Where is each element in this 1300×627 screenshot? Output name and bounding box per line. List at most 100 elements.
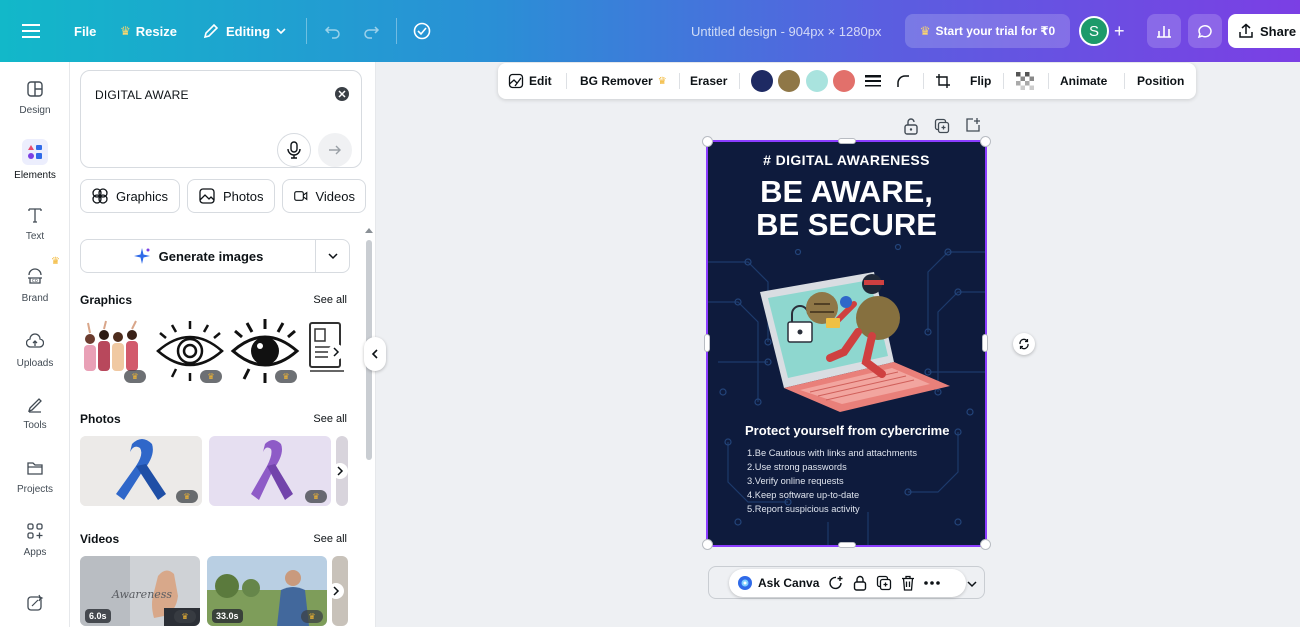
graphic-thumb-women[interactable]: ♛ — [80, 319, 148, 383]
rail-item-projects[interactable]: Projects — [0, 457, 70, 495]
resize-handle-top-right[interactable] — [980, 136, 991, 147]
scroll-up-arrow[interactable] — [365, 228, 373, 233]
rail-item-elements[interactable]: Elements — [0, 139, 70, 181]
video-thumb-man-park[interactable]: 33.0s ♛ — [207, 556, 327, 626]
video-caption: Awareness — [112, 588, 173, 601]
trash-icon[interactable] — [901, 575, 915, 591]
resize-label: Resize — [135, 23, 177, 39]
border-style-button[interactable] — [865, 63, 881, 99]
premium-badge: ♛ — [275, 370, 297, 383]
chip-videos[interactable]: Videos — [282, 179, 366, 213]
resize-handle-right[interactable] — [982, 334, 988, 352]
rail-item-text[interactable]: Text — [0, 204, 70, 242]
add-page-button[interactable] — [965, 117, 981, 133]
quick-actions: Ask Canva — [729, 569, 966, 597]
resize-handle-bottom[interactable] — [838, 542, 856, 548]
duplicate-icon[interactable] — [876, 575, 892, 591]
photo-thumb-blue-ribbon[interactable]: ♛ — [80, 436, 202, 506]
rail-item-uploads[interactable]: Uploads — [0, 331, 70, 369]
graphics-next-button[interactable] — [328, 344, 344, 360]
clear-search-button[interactable] — [335, 87, 349, 101]
eraser-button[interactable]: Eraser — [690, 63, 727, 99]
list-item: 2.Use strong passwords — [747, 462, 847, 472]
duplicate-page-button[interactable] — [934, 118, 950, 134]
lock-element-button[interactable] — [903, 117, 919, 135]
submit-search-button[interactable] — [318, 133, 352, 167]
document-title[interactable]: Untitled design - 904px × 1280px — [691, 0, 881, 62]
insights-button[interactable] — [1147, 14, 1181, 48]
divider — [739, 73, 740, 89]
generate-images-main[interactable]: Generate images — [81, 240, 315, 272]
chevron-down-icon[interactable] — [967, 579, 977, 589]
poster-tag[interactable]: # DIGITAL AWARENESS — [708, 152, 985, 168]
comment-add-icon[interactable] — [828, 575, 844, 591]
undo-button[interactable] — [324, 0, 342, 62]
chip-photos[interactable]: Photos — [187, 179, 275, 213]
redo-button[interactable] — [362, 0, 380, 62]
crop-button[interactable] — [935, 63, 951, 99]
poster-tips-list[interactable]: 1.Be Cautious with links and attachments… — [747, 446, 917, 516]
resize-handle-top[interactable] — [838, 138, 856, 144]
color-swatch-navy[interactable] — [751, 70, 773, 92]
rail-item-brand[interactable]: co ♛ Brand — [0, 256, 70, 304]
lock-icon[interactable] — [853, 575, 867, 591]
voice-search-button[interactable] — [277, 133, 311, 167]
resize-button[interactable]: ♛ Resize — [120, 0, 177, 62]
corner-rounding-button[interactable] — [896, 63, 910, 99]
rail-item-design[interactable]: Design — [0, 78, 70, 116]
chip-graphics[interactable]: Graphics — [80, 179, 180, 213]
generate-images-button[interactable]: Generate images — [80, 239, 350, 273]
rail-item-magic[interactable] — [0, 592, 70, 614]
generate-options-dropdown[interactable] — [315, 240, 349, 272]
share-button[interactable]: Share — [1228, 14, 1300, 48]
file-menu[interactable]: File — [74, 0, 96, 62]
add-collaborator-button[interactable]: + — [1114, 0, 1125, 62]
save-status-button[interactable] — [412, 0, 432, 62]
see-all-videos-link[interactable]: See all — [313, 533, 347, 545]
search-input[interactable]: DIGITAL AWARE — [80, 70, 362, 168]
bg-remover-button[interactable]: BG Remover ♛ — [580, 63, 667, 99]
hacker-laptop-illustration[interactable] — [754, 262, 954, 412]
poster-headline-line1[interactable]: BE AWARE, — [708, 176, 985, 208]
avatar[interactable]: S — [1079, 16, 1109, 46]
poster-headline-line2[interactable]: BE SECURE — [708, 209, 985, 241]
color-swatch-coral[interactable] — [833, 70, 855, 92]
ask-canva-button[interactable]: Ask Canva — [737, 575, 819, 591]
start-trial-button[interactable]: ♛ Start your trial for ₹0 — [905, 14, 1070, 48]
rotate-handle[interactable] — [1013, 333, 1035, 355]
more-options-icon[interactable] — [924, 581, 941, 585]
graphic-thumb-eye-outline[interactable]: ♛ — [154, 317, 226, 385]
rail-item-apps[interactable]: Apps — [0, 520, 70, 558]
color-swatch-mint[interactable] — [806, 70, 828, 92]
flip-button[interactable]: Flip — [970, 63, 991, 99]
see-all-photos-link[interactable]: See all — [313, 413, 347, 425]
color-swatch-olive[interactable] — [778, 70, 800, 92]
poster-design[interactable]: # DIGITAL AWARENESS BE AWARE, BE SECURE … — [706, 140, 987, 547]
photo-thumb-purple-ribbon[interactable]: ♛ — [209, 436, 331, 506]
video-thumb-awareness[interactable]: Awareness 6.0s ♛ — [80, 556, 200, 626]
videos-next-button[interactable] — [328, 583, 344, 599]
resize-handle-bottom-right[interactable] — [980, 539, 991, 550]
menu-button[interactable] — [22, 0, 40, 62]
position-button[interactable]: Position — [1137, 63, 1184, 99]
divider — [679, 73, 680, 89]
resize-handle-left[interactable] — [704, 334, 710, 352]
rotate-icon — [1019, 338, 1029, 350]
graphic-thumb-eye-solid[interactable]: ♛ — [229, 317, 301, 385]
resize-handle-bottom-left[interactable] — [702, 539, 713, 550]
editing-mode-button[interactable]: Editing — [202, 0, 286, 62]
poster-subheading[interactable]: Protect yourself from cybercrime — [745, 423, 949, 438]
resize-handle-top-left[interactable] — [702, 136, 713, 147]
rail-item-tools[interactable]: Tools — [0, 393, 70, 431]
collapse-panel-button[interactable] — [364, 337, 386, 371]
photos-next-button[interactable] — [332, 463, 348, 479]
animate-button[interactable]: Animate — [1060, 63, 1107, 99]
divider — [396, 18, 397, 44]
transparency-button[interactable] — [1016, 63, 1034, 99]
edit-image-button[interactable]: Edit — [508, 63, 552, 99]
canva-assistant-icon — [738, 576, 752, 590]
comments-button[interactable] — [1188, 14, 1222, 48]
see-all-graphics-link[interactable]: See all — [313, 294, 347, 306]
apps-icon — [24, 520, 46, 542]
premium-badge: ♛ — [301, 610, 323, 623]
